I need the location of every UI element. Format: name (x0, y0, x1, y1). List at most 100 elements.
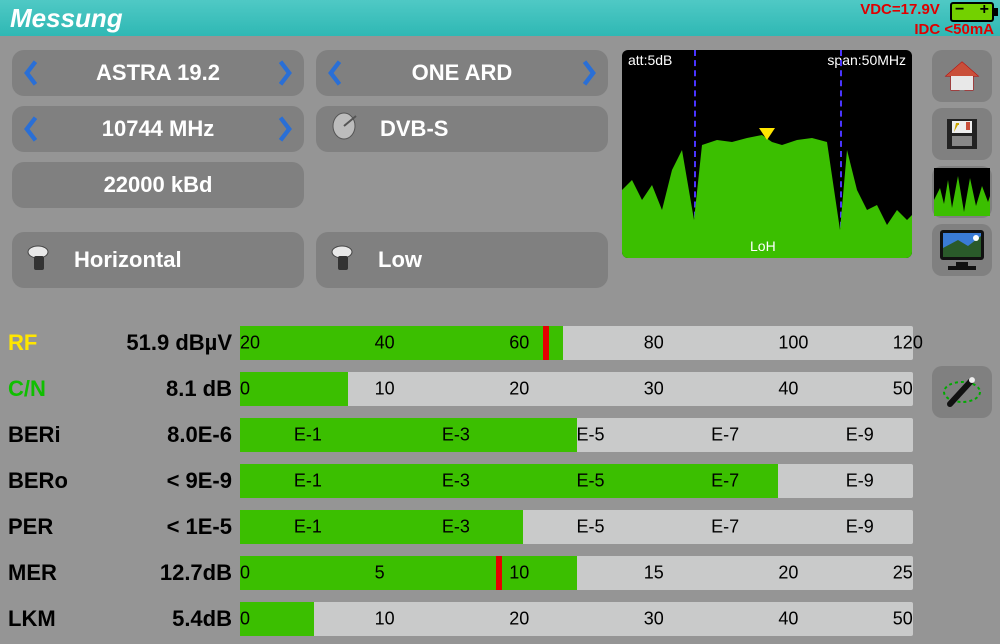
bar-tick: 0 (240, 609, 250, 630)
bar-tick: E-1 (294, 471, 322, 492)
bar-tick: 20 (240, 333, 260, 354)
bar-value: 8.1 dB (72, 376, 240, 402)
bar-fill (240, 418, 577, 452)
vdc-value: VDC=17.9V (860, 1, 940, 18)
bar-tick: 20 (509, 609, 529, 630)
bar-row-beri: BERi8.0E-6E-1E-3E-5E-7E-9 (8, 414, 913, 456)
bar-tick: E-1 (294, 517, 322, 538)
bar-tick: 20 (509, 379, 529, 400)
bar-tick: E-9 (846, 471, 874, 492)
frequency-prev[interactable] (12, 106, 52, 152)
bar-tick: E-3 (442, 425, 470, 446)
satellite-selector[interactable]: ASTRA 19.2 (12, 50, 304, 96)
chevron-left-icon (23, 116, 41, 142)
bar-scale: 01020304050 (240, 372, 913, 406)
bar-row-rf: RF51.9 dBµV20406080100120 (8, 322, 913, 364)
bar-threshold-marker (496, 556, 502, 590)
bar-name: BERi (8, 422, 72, 448)
measurement-bars: RF51.9 dBµV20406080100120C/N8.1 dB010203… (8, 322, 913, 644)
bar-name: MER (8, 560, 72, 586)
titlebar: Messung VDC=17.9V −+ IDC <50mA (0, 0, 1000, 36)
chevron-right-icon (579, 60, 597, 86)
bar-tick: 5 (375, 563, 385, 584)
bar-tick: 60 (509, 333, 529, 354)
bar-row-cn: C/N8.1 dB01020304050 (8, 368, 913, 410)
save-button[interactable] (932, 108, 992, 160)
bar-row-lkm: LKM5.4dB01020304050 (8, 598, 913, 640)
bar-tick: E-7 (711, 517, 739, 538)
bar-value: 51.9 dBµV (72, 330, 240, 356)
bar-tick: E-7 (711, 471, 739, 492)
symbolrate-panel[interactable]: 22000 kBd (12, 162, 304, 208)
bar-scale: E-1E-3E-5E-7E-9 (240, 510, 913, 544)
bar-tick: 30 (644, 379, 664, 400)
bar-tick: E-3 (442, 471, 470, 492)
bar-tick: E-1 (294, 425, 322, 446)
home-button[interactable] (932, 50, 992, 102)
bar-name: C/N (8, 376, 72, 402)
bar-threshold-marker (543, 326, 549, 360)
chevron-right-icon (275, 60, 293, 86)
video-button[interactable] (932, 224, 992, 276)
bar-tick: 50 (893, 379, 913, 400)
autoscan-button[interactable] (932, 366, 992, 418)
channel-next[interactable] (568, 50, 608, 96)
bar-tick: 80 (644, 333, 664, 354)
polarization-panel[interactable]: Horizontal (12, 232, 304, 288)
bar-scale: 01020304050 (240, 602, 913, 636)
bar-scale: 20406080100120 (240, 326, 913, 360)
bar-row-mer: MER12.7dB0510152025 (8, 552, 913, 594)
bar-tick: 30 (644, 609, 664, 630)
lnb-icon (326, 242, 362, 278)
spectrum-button[interactable] (932, 166, 992, 218)
dish-icon (330, 110, 362, 148)
bar-scale: E-1 E-3 E-5 E-7 E-9 (240, 464, 913, 498)
frequency-label: 10744 MHz (52, 116, 264, 142)
page-title: Messung (10, 3, 123, 34)
chevron-right-icon (275, 116, 293, 142)
bar-scale: 0510152025 (240, 556, 913, 590)
bar-row-per: PER< 1E-5E-1E-3E-5E-7E-9 (8, 506, 913, 548)
spectrum-trace (622, 50, 912, 258)
bar-value: 5.4dB (72, 606, 240, 632)
bar-tick: 10 (375, 379, 395, 400)
modulation-label: DVB-S (362, 116, 608, 142)
battery-icon: −+ (950, 2, 994, 22)
bar-tick: E-7 (711, 425, 739, 446)
bar-tick: 120 (893, 333, 923, 354)
bar-tick: E-5 (577, 517, 605, 538)
power-status: VDC=17.9V −+ IDC <50mA (860, 2, 994, 38)
bar-value: < 9E-9 (72, 468, 240, 494)
satellite-next[interactable] (264, 50, 304, 96)
bar-tick: E-5 (577, 471, 605, 492)
wand-icon (940, 370, 984, 414)
bar-tick: 40 (375, 333, 395, 354)
bar-tick: E-9 (846, 517, 874, 538)
satellite-prev[interactable] (12, 50, 52, 96)
bar-fill (240, 602, 314, 636)
bar-tick: 10 (375, 609, 395, 630)
bar-tick: E-5 (577, 425, 605, 446)
frequency-selector[interactable]: 10744 MHz (12, 106, 304, 152)
spectrum-icon (934, 168, 990, 216)
home-icon (942, 56, 982, 96)
bar-name: BERo (8, 468, 72, 494)
spectrum-marker-icon (759, 128, 775, 140)
bar-tick: 20 (778, 563, 798, 584)
channel-selector[interactable]: ONE ARD (316, 50, 608, 96)
polarization-label: Horizontal (64, 247, 304, 273)
bar-scale: E-1E-3E-5E-7E-9 (240, 418, 913, 452)
modulation-panel[interactable]: DVB-S (316, 106, 608, 152)
bar-tick: 15 (644, 563, 664, 584)
bar-value: 8.0E-6 (72, 422, 240, 448)
bar-tick: 100 (778, 333, 808, 354)
symbolrate-label: 22000 kBd (12, 172, 304, 198)
channel-prev[interactable] (316, 50, 356, 96)
bar-row-bero: BERo< 9E-9 E-1 E-3 E-5 E-7 E-9 (8, 460, 913, 502)
frequency-next[interactable] (264, 106, 304, 152)
spectrum-display[interactable]: att:5dB span:50MHz LoH (622, 50, 912, 258)
bar-name: RF (8, 330, 72, 356)
bar-tick: 25 (893, 563, 913, 584)
band-label: Low (368, 247, 608, 273)
band-panel[interactable]: Low (316, 232, 608, 288)
